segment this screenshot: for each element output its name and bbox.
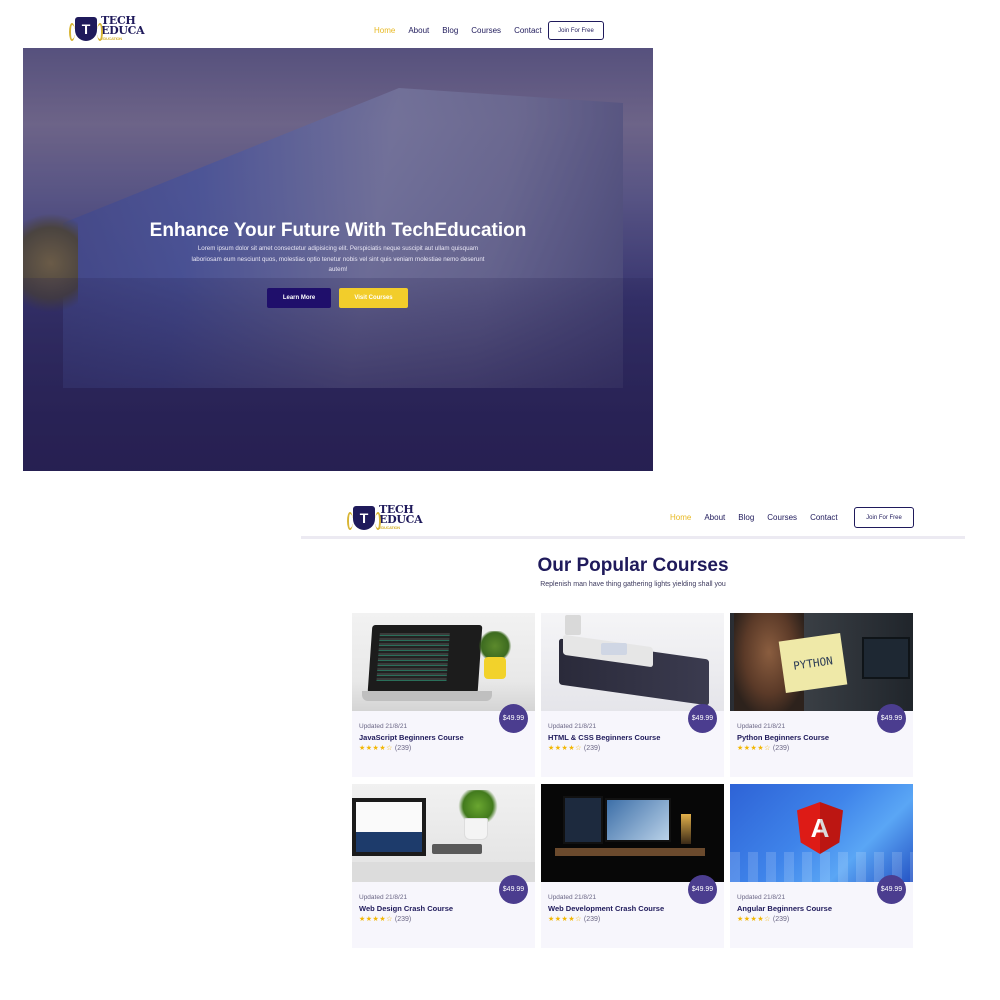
section-title: Our Popular Courses [537,555,729,576]
star-rating: ★★★★☆ (239) [359,744,411,752]
price-badge: $49.99 [877,704,906,733]
rating-count: (239) [583,916,601,923]
nav-courses[interactable]: Courses [767,513,797,522]
updated-date: Updated 21/8/21 [359,894,408,901]
course-title[interactable]: Python Beginners Course [737,733,829,742]
logo-shield-icon: T [69,17,103,41]
nav-home[interactable]: Home [374,26,395,35]
rating-count: (239) [394,916,412,923]
course-title[interactable]: HTML & CSS Beginners Course [548,733,660,742]
course-card[interactable]: $49.99 Updated 21/8/21 HTML & CSS Beginn… [541,613,724,777]
course-card[interactable]: $49.99 Updated 21/8/21 Web Design Crash … [352,784,535,948]
courses-screenshot: T TECH EDUCA EDUCATION Home About Blog C… [301,497,965,957]
rating-count: (239) [772,745,790,752]
course-card[interactable]: PYTHON $49.99 Updated 21/8/21 Python Beg… [730,613,913,777]
hero-banner: Enhance Your Future With TechEducation L… [23,48,653,471]
course-title[interactable]: Web Development Crash Course [548,904,664,913]
course-thumbnail-angular-logo[interactable]: A [730,784,913,882]
nav-courses[interactable]: Courses [471,26,501,35]
star-rating: ★★★★☆ (239) [548,915,600,923]
updated-date: Updated 21/8/21 [359,723,408,730]
logo-text-line2: EDUCA [101,24,145,37]
stars-icon: ★★★★☆ [737,916,771,923]
homepage-screenshot: T TECH EDUCA EDUCATION Home About Blog C… [23,10,653,471]
join-for-free-button[interactable]: Join For Free [854,507,914,528]
updated-date: Updated 21/8/21 [548,723,597,730]
visit-courses-button[interactable]: Visit Courses [339,288,408,308]
course-thumbnail-dark-setup[interactable] [541,784,724,882]
nav-menu: Home About Blog Courses Contact [374,26,542,35]
rating-count: (239) [772,916,790,923]
star-rating: ★★★★☆ (239) [737,744,789,752]
course-title[interactable]: Angular Beginners Course [737,904,832,913]
nav-blog[interactable]: Blog [442,26,458,35]
nav-contact[interactable]: Contact [514,26,542,35]
stars-icon: ★★★★☆ [359,916,393,923]
nav-blog[interactable]: Blog [738,513,754,522]
stars-icon: ★★★★☆ [737,745,771,752]
nav-about[interactable]: About [408,26,429,35]
updated-date: Updated 21/8/21 [548,894,597,901]
rating-count: (239) [583,745,601,752]
stars-icon: ★★★★☆ [548,745,582,752]
course-grid: $49.99 Updated 21/8/21 JavaScript Beginn… [352,613,913,948]
price-badge: $49.99 [688,704,717,733]
hero-title: Enhance Your Future With TechEducation [149,220,527,241]
price-badge: $49.99 [877,875,906,904]
star-rating: ★★★★☆ (239) [359,915,411,923]
price-badge: $49.99 [688,875,717,904]
nav-menu: Home About Blog Courses Contact [670,513,838,522]
logo-text-line2: EDUCA [379,513,423,526]
course-card[interactable]: $49.99 Updated 21/8/21 JavaScript Beginn… [352,613,535,777]
angular-logo-icon: A [797,802,843,854]
stars-icon: ★★★★☆ [548,916,582,923]
navbar: T TECH EDUCA EDUCATION Home About Blog C… [301,497,965,539]
course-thumbnail-books[interactable] [541,613,724,711]
price-badge: $49.99 [499,875,528,904]
price-badge: $49.99 [499,704,528,733]
stars-icon: ★★★★☆ [359,745,393,752]
navbar: T TECH EDUCA EDUCATION Home About Blog C… [23,10,653,48]
star-rating: ★★★★☆ (239) [548,744,600,752]
python-note-text: PYTHON [778,632,848,694]
course-title[interactable]: Web Design Crash Course [359,904,453,913]
updated-date: Updated 21/8/21 [737,894,786,901]
nav-about[interactable]: About [704,513,725,522]
course-card[interactable]: A $49.99 Updated 21/8/21 Angular Beginne… [730,784,913,948]
star-rating: ★★★★☆ (239) [737,915,789,923]
join-for-free-button[interactable]: Join For Free [548,21,604,40]
course-thumbnail-laptop-code[interactable] [352,613,535,711]
nav-contact[interactable]: Contact [810,513,838,522]
hero-description: Lorem ipsum dolor sit amet consectetur a… [191,245,485,273]
section-subtitle: Replenish man have thing gathering light… [540,581,726,588]
logo[interactable]: T TECH EDUCA EDUCATION [69,15,145,42]
learn-more-button[interactable]: Learn More [267,288,331,308]
logo[interactable]: T TECH EDUCA EDUCATION [347,504,423,531]
course-thumbnail-desk-plant[interactable] [352,784,535,882]
rating-count: (239) [394,745,412,752]
course-card[interactable]: $49.99 Updated 21/8/21 Web Development C… [541,784,724,948]
course-title[interactable]: JavaScript Beginners Course [359,733,464,742]
logo-shield-icon: T [347,506,381,530]
nav-home[interactable]: Home [670,513,691,522]
updated-date: Updated 21/8/21 [737,723,786,730]
course-thumbnail-python-note[interactable]: PYTHON [730,613,913,711]
